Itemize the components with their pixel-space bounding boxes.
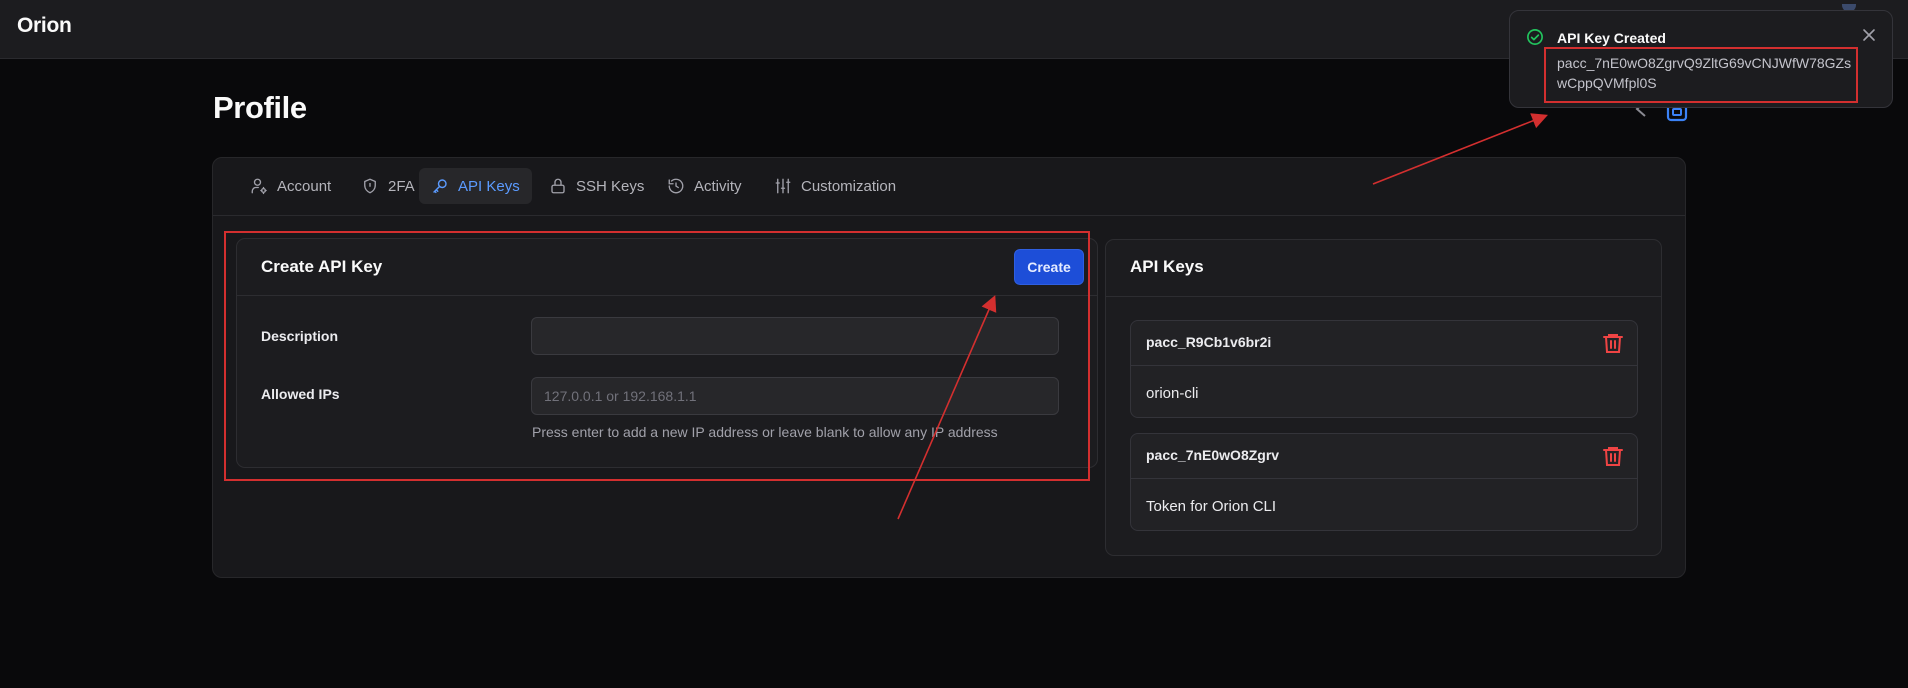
panel-title: Create API Key	[261, 257, 383, 276]
shield-icon	[364, 178, 376, 194]
tab-account[interactable]: Account	[238, 168, 343, 204]
api-keys-panel: API Keys pacc_R9Cb1v6br2i orion-cli pacc…	[1105, 239, 1662, 556]
tab-label: 2FA	[388, 177, 415, 195]
description-label: Description	[261, 328, 339, 344]
close-icon[interactable]	[1861, 27, 1877, 43]
tab-api-keys[interactable]: API Keys	[419, 168, 532, 204]
page-title: Profile	[213, 90, 307, 125]
tab-label: Account	[277, 177, 332, 195]
divider	[1131, 478, 1637, 479]
allowed-ips-hint: Press enter to add a new IP address or l…	[532, 424, 998, 440]
api-key-description: orion-cli	[1146, 385, 1199, 402]
divider	[1131, 365, 1637, 366]
tab-label: API Keys	[458, 177, 520, 195]
trash-icon[interactable]	[1601, 444, 1625, 468]
api-key-id: pacc_7nE0wO8Zgrv	[1146, 447, 1280, 463]
toast-notification: API Key Created pacc_7nE0wO8ZgrvQ9ZltG69…	[1509, 10, 1893, 108]
tab-activity[interactable]: Activity	[655, 168, 754, 204]
tab-label: Activity	[694, 177, 742, 195]
toast-title: API Key Created	[1557, 30, 1666, 46]
brand-logo[interactable]: Orion	[17, 14, 72, 38]
description-input[interactable]	[531, 317, 1059, 355]
toast-api-key-value[interactable]: pacc_7nE0wO8ZgrvQ9ZltG69vCNJWfW78GZswCpp…	[1557, 53, 1857, 93]
trash-icon[interactable]	[1601, 331, 1625, 355]
divider	[1106, 296, 1661, 297]
panel-title: API Keys	[1130, 257, 1204, 276]
create-button[interactable]: Create	[1014, 249, 1084, 285]
user-cog-icon	[251, 178, 267, 195]
tab-label: SSH Keys	[576, 177, 645, 195]
allowed-ips-input[interactable]	[531, 377, 1059, 415]
tab-ssh-keys[interactable]: SSH Keys	[537, 168, 656, 204]
key-icon	[433, 179, 447, 194]
check-circle-icon	[1527, 29, 1543, 45]
create-api-key-panel: Create API Key Create Description Allowe…	[236, 238, 1098, 468]
history-icon	[668, 178, 684, 194]
api-key-id: pacc_R9Cb1v6br2i	[1146, 334, 1272, 350]
api-key-item: pacc_7nE0wO8Zgrv Token for Orion CLI	[1130, 433, 1638, 531]
tab-label: Customization	[801, 177, 897, 195]
api-key-item: pacc_R9Cb1v6br2i orion-cli	[1130, 320, 1638, 418]
profile-tabs: Account 2FA API Keys SSH Keys Activity C…	[213, 158, 1685, 216]
profile-card: Account 2FA API Keys SSH Keys Activity C…	[212, 157, 1686, 578]
allowed-ips-label: Allowed IPs	[261, 386, 340, 402]
tab-customization[interactable]: Customization	[762, 168, 908, 204]
lock-icon	[551, 178, 565, 194]
divider	[237, 295, 1097, 296]
api-key-description: Token for Orion CLI	[1146, 498, 1277, 515]
tab-2fa[interactable]: 2FA	[349, 168, 427, 204]
sliders-icon	[775, 178, 791, 194]
